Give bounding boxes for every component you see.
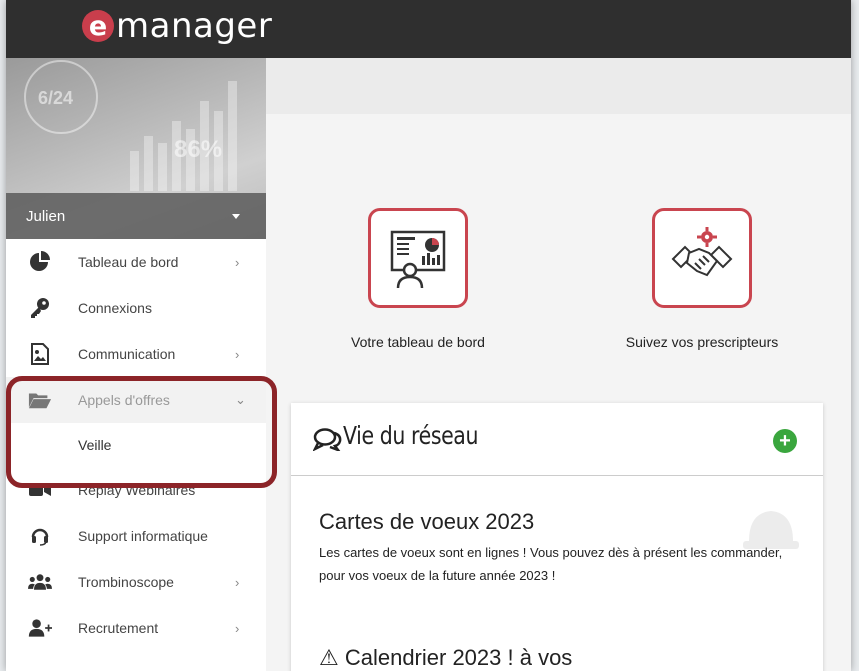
banner-decoration (144, 136, 153, 191)
top-bar: e manager (6, 0, 851, 58)
page-header-strip (266, 58, 851, 114)
banner-decoration (130, 151, 139, 191)
sidebar: 6/24 86% Julien Tableau de bord › Connex… (6, 58, 266, 671)
file-image-icon (28, 342, 52, 366)
sidebar-subitem-label: Veille (78, 437, 112, 453)
banner-decoration (186, 129, 195, 191)
news-post-body: Les cartes de voeux sont en lignes ! Vou… (319, 545, 783, 583)
news-post-title[interactable]: Cartes de voeux 2023 (319, 509, 809, 535)
quick-link-prescripteurs[interactable]: Suivez vos prescripteurs (602, 208, 802, 350)
sidebar-item-replay-webinaires[interactable]: Replay Webinaires (6, 467, 266, 513)
sidebar-item-recrutement[interactable]: Recrutement › (6, 605, 266, 651)
comments-icon (313, 428, 342, 451)
quick-link-tile[interactable] (368, 208, 468, 308)
sidebar-item-communication[interactable]: Communication › (6, 331, 266, 377)
presentation-dashboard-icon (390, 230, 446, 289)
sidebar-item-label: Trombinoscope (78, 574, 174, 590)
user-name: Julien (26, 207, 66, 225)
chevron-right-icon: › (235, 574, 240, 590)
sidebar-item-connexions[interactable]: Connexions (6, 285, 266, 331)
sidebar-item-label: Appels d'offres (78, 392, 170, 408)
news-card: Vie du réseau + Cartes de voeux 2023 Les… (291, 403, 823, 671)
news-card-title: Vie du réseau (343, 421, 479, 450)
banner-decoration (172, 121, 181, 191)
news-post[interactable]: Cartes de voeux 2023 Les cartes de voeux… (319, 509, 809, 587)
banner-decoration: 6/24 (38, 88, 74, 108)
banner-decoration (200, 101, 209, 191)
banner-decoration (158, 143, 167, 191)
logo-text: manager (116, 6, 273, 46)
video-camera-icon (28, 478, 52, 502)
banner-decoration (214, 111, 223, 191)
handshake-gear-icon (671, 227, 733, 277)
key-icon (28, 296, 52, 320)
app-window: e manager 6/24 86% Julien Tableau de bor… (6, 0, 851, 671)
user-plus-icon (28, 616, 52, 640)
users-icon (28, 570, 52, 594)
sidebar-item-label: Recrutement (78, 620, 159, 636)
sidebar-subitem-veille[interactable]: Veille (6, 423, 266, 467)
sidebar-item-label: Tableau de bord (78, 254, 179, 270)
news-card-header: Vie du réseau + (291, 403, 823, 476)
folder-open-icon (28, 388, 52, 412)
sidebar-item-appels-d-offres[interactable]: Appels d'offres ⌄ (6, 377, 266, 423)
sidebar-item-label: Replay Webinaires (78, 482, 196, 498)
add-post-button[interactable]: + (773, 429, 797, 453)
news-post-title[interactable]: ⚠ Calendrier 2023 ! à vos (319, 645, 572, 671)
chevron-down-icon: ⌄ (235, 392, 246, 407)
headset-icon (28, 524, 52, 548)
user-menu-toggle[interactable]: Julien (6, 193, 266, 239)
chevron-right-icon: › (235, 346, 240, 362)
sidebar-item-tableau-de-bord[interactable]: Tableau de bord › (6, 239, 266, 285)
pie-chart-icon (28, 250, 52, 274)
logo-letter: e (82, 10, 114, 42)
sidebar-item-label: Support informatique (78, 528, 208, 544)
sidebar-item-label: Connexions (78, 300, 152, 316)
sidebar-item-label: Communication (78, 346, 176, 362)
chevron-right-icon: › (235, 254, 240, 270)
caret-down-icon (232, 213, 240, 219)
sidebar-item-trombinoscope[interactable]: Trombinoscope › (6, 559, 266, 605)
news-post[interactable]: ⚠ Calendrier 2023 ! à vos (319, 645, 572, 671)
emanager-logo[interactable]: e manager (82, 4, 272, 48)
quick-link-tableau-de-bord[interactable]: Votre tableau de bord (318, 208, 518, 350)
sidebar-item-support-informatique[interactable]: Support informatique (6, 513, 266, 559)
chevron-right-icon: › (235, 620, 240, 636)
quick-link-tile[interactable] (652, 208, 752, 308)
quick-link-label: Suivez vos prescripteurs (625, 334, 779, 350)
banner-decoration (228, 81, 237, 191)
profile-banner: 6/24 86% Julien (6, 58, 266, 239)
sidebar-menu: Tableau de bord › Connexions Communicati… (6, 239, 266, 651)
quick-link-label: Votre tableau de bord (351, 334, 485, 350)
